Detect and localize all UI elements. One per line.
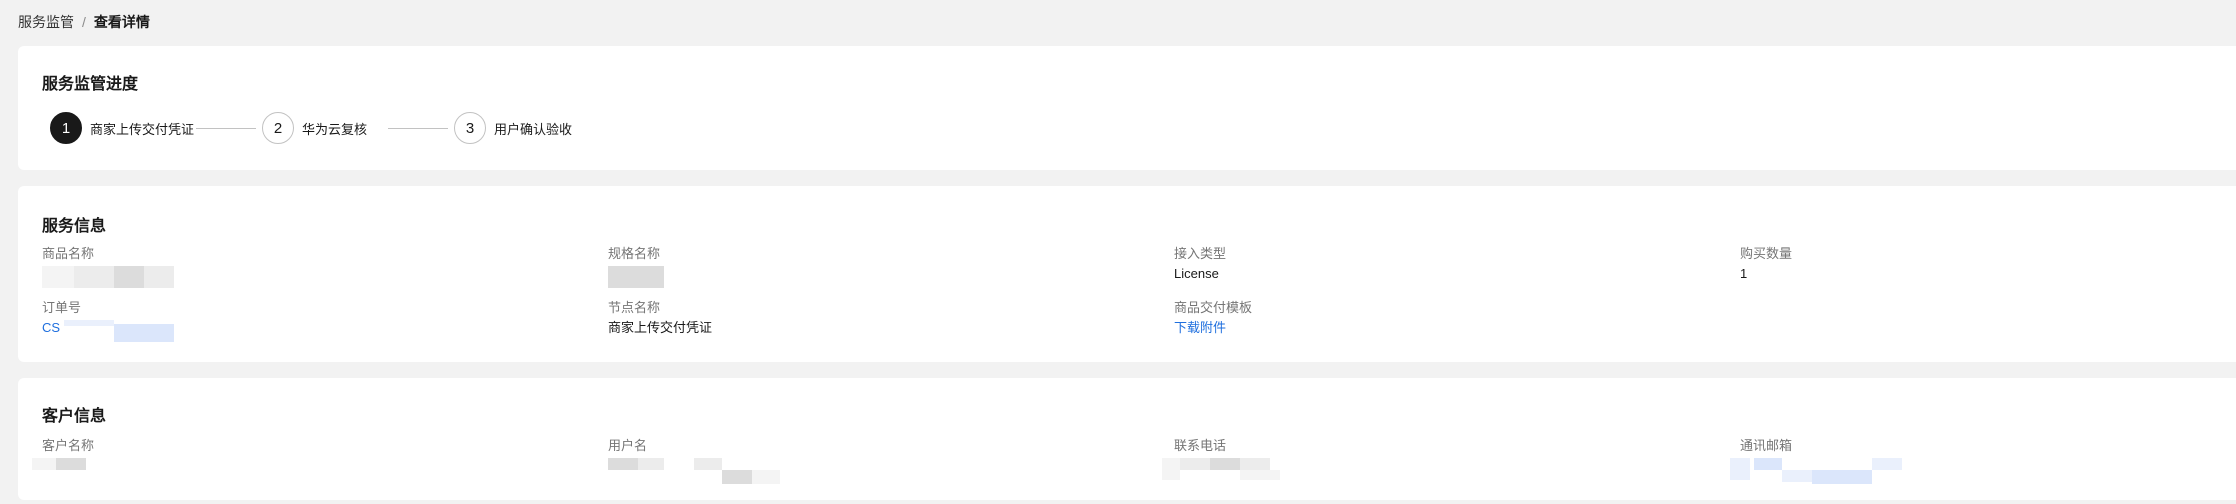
redacted-block bbox=[42, 266, 74, 288]
redacted-block bbox=[1180, 458, 1210, 470]
product-name-label: 商品名称 bbox=[42, 246, 95, 261]
redacted-block bbox=[74, 266, 114, 288]
progress-title: 服务监管进度 bbox=[42, 76, 139, 93]
redacted-block bbox=[638, 458, 664, 470]
redacted-block bbox=[694, 458, 722, 470]
product-name-value bbox=[42, 266, 582, 288]
redacted-block bbox=[608, 266, 664, 288]
redacted-block bbox=[1754, 458, 1782, 470]
step-3-label: 用户确认验收 bbox=[494, 121, 573, 137]
redacted-block bbox=[1240, 470, 1280, 480]
customer-name-value bbox=[32, 458, 582, 480]
email-value bbox=[1730, 458, 2236, 484]
step-2: 2 华为云复核 bbox=[262, 110, 367, 146]
redacted-block bbox=[1730, 458, 1750, 480]
redacted-block bbox=[56, 458, 86, 470]
redacted-block bbox=[608, 458, 638, 470]
redacted-block bbox=[64, 320, 114, 326]
field-access-type: 接入类型 License bbox=[1174, 246, 1714, 288]
field-phone: 联系电话 bbox=[1162, 438, 1714, 480]
breadcrumb-current: 查看详情 bbox=[93, 14, 150, 30]
service-info-title: 服务信息 bbox=[42, 218, 107, 235]
field-username: 用户名 bbox=[608, 438, 1148, 484]
step-connector-1 bbox=[196, 128, 256, 129]
redacted-block bbox=[1210, 458, 1240, 470]
redacted-block bbox=[1782, 470, 1812, 482]
redacted-block bbox=[752, 470, 780, 484]
redacted-block bbox=[32, 458, 56, 470]
redacted-block bbox=[1812, 470, 1872, 484]
service-info-card: 服务信息 商品名称 规格名称 接入类型 License 购买数量 1 订单号 C… bbox=[18, 186, 2236, 362]
redacted-block bbox=[1240, 458, 1270, 470]
field-delivery-template: 商品交付模板 下载附件 bbox=[1174, 300, 1714, 342]
spec-name-label: 规格名称 bbox=[608, 246, 661, 261]
customer-info-card: 客户信息 客户名称 用户名 联系电话 通讯邮箱 bbox=[18, 378, 2236, 500]
phone-label: 联系电话 bbox=[1174, 438, 1227, 453]
username-value bbox=[608, 458, 1148, 484]
phone-value bbox=[1162, 458, 1714, 480]
step-3-number: 3 bbox=[454, 112, 486, 144]
customer-name-label: 客户名称 bbox=[42, 438, 95, 453]
field-order-no: 订单号 CS bbox=[42, 300, 582, 342]
redacted-block bbox=[722, 470, 752, 484]
redacted-block bbox=[1162, 458, 1180, 480]
field-email: 通讯邮箱 bbox=[1730, 438, 2236, 484]
step-2-label: 华为云复核 bbox=[302, 121, 368, 137]
field-customer-name: 客户名称 bbox=[32, 438, 582, 480]
email-label: 通讯邮箱 bbox=[1740, 438, 1793, 453]
access-type-label: 接入类型 bbox=[1174, 246, 1227, 261]
step-3: 3 用户确认验收 bbox=[454, 110, 572, 146]
step-2-number: 2 bbox=[262, 112, 294, 144]
username-label: 用户名 bbox=[608, 438, 648, 453]
step-1-number: 1 bbox=[50, 112, 82, 144]
order-no-label: 订单号 bbox=[42, 300, 82, 315]
progress-card: 服务监管进度 1 商家上传交付凭证 2 华为云复核 3 用户确认验收 bbox=[18, 46, 2236, 170]
field-product-name: 商品名称 bbox=[42, 246, 582, 288]
order-no-link[interactable]: CS bbox=[42, 320, 582, 342]
breadcrumb: 服务监管 / 查看详情 bbox=[18, 12, 150, 32]
field-purchase-qty: 购买数量 1 bbox=[1740, 246, 2236, 288]
breadcrumb-parent-link[interactable]: 服务监管 bbox=[18, 14, 74, 30]
delivery-template-label: 商品交付模板 bbox=[1174, 300, 1253, 315]
step-1-label: 商家上传交付凭证 bbox=[90, 121, 195, 137]
redacted-block bbox=[1872, 458, 1902, 470]
purchase-qty-label: 购买数量 bbox=[1740, 246, 1793, 261]
customer-info-title: 客户信息 bbox=[42, 408, 107, 425]
download-attachment-link[interactable]: 下载附件 bbox=[1174, 320, 1714, 342]
redacted-block bbox=[114, 266, 144, 288]
breadcrumb-separator: / bbox=[82, 14, 86, 30]
redacted-block bbox=[144, 266, 174, 288]
node-name-label: 节点名称 bbox=[608, 300, 661, 315]
spec-name-value bbox=[608, 266, 1148, 288]
step-connector-2 bbox=[388, 128, 448, 129]
step-1: 1 商家上传交付凭证 bbox=[50, 110, 194, 146]
redacted-block bbox=[114, 324, 174, 342]
field-spec-name: 规格名称 bbox=[608, 246, 1148, 288]
field-node-name: 节点名称 商家上传交付凭证 bbox=[608, 300, 1148, 342]
access-type-value: License bbox=[1174, 266, 1219, 281]
node-name-value: 商家上传交付凭证 bbox=[608, 320, 713, 335]
purchase-qty-value: 1 bbox=[1740, 266, 1748, 281]
